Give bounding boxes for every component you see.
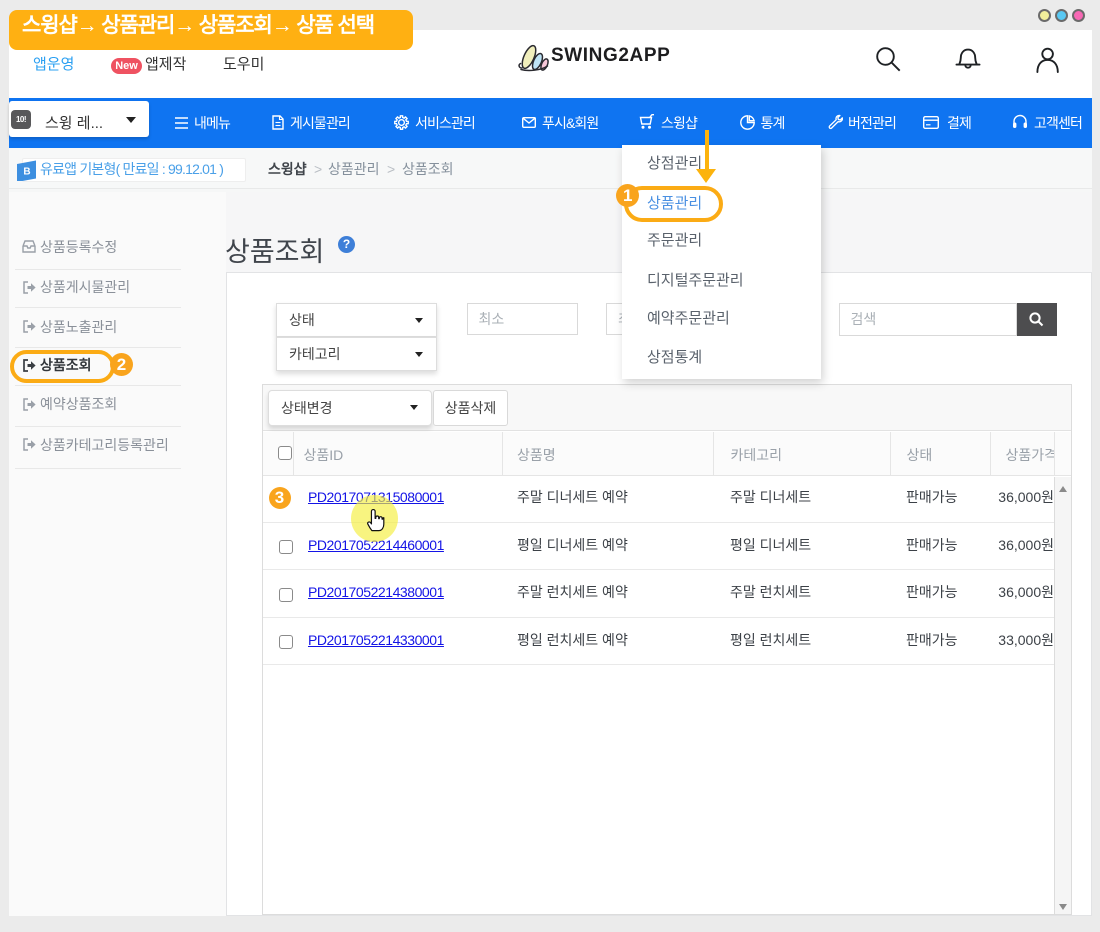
svg-text:B: B [23,166,30,177]
